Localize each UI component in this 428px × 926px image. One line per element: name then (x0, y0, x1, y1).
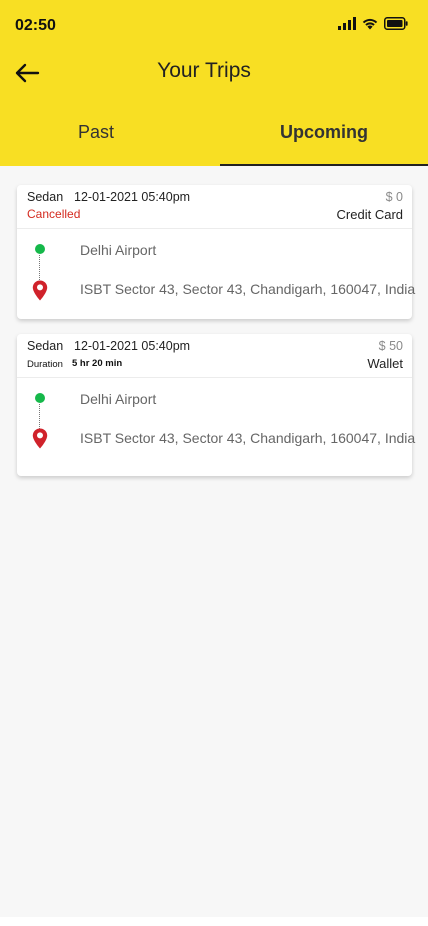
status-time: 02:50 (15, 17, 56, 34)
payment-method: Credit Card (336, 207, 403, 222)
pickup-dot-icon (35, 244, 45, 254)
duration-label: Duration (27, 359, 63, 370)
location-pin-icon (32, 428, 48, 449)
car-type: Sedan (27, 339, 64, 353)
pickup-location: Delhi Airport (80, 391, 157, 407)
tab-upcoming[interactable]: Upcoming (220, 122, 428, 166)
trip-price: $ 50 (378, 339, 403, 353)
page-title: Your Trips (157, 59, 251, 82)
header: 02:50 Your Trips Past Upcoming (0, 0, 428, 166)
active-tab-indicator (220, 164, 428, 166)
trip-status: Cancelled (27, 207, 81, 221)
duration-value: 5 hr 20 min (72, 358, 123, 369)
location-pin-icon (32, 280, 48, 301)
trip-card[interactable]: Sedan 12-01-2021 05:40pm $ 50 Duration 5… (17, 334, 416, 476)
tab-past[interactable]: Past (0, 122, 192, 166)
wifi-icon (362, 18, 378, 30)
card-divider (17, 228, 412, 229)
route-line (39, 255, 40, 282)
trip-datetime: 12-01-2021 05:40pm (74, 190, 191, 204)
pickup-dot-icon (35, 393, 45, 403)
trip-price: $ 0 (385, 190, 403, 204)
battery-icon (384, 17, 408, 30)
bottom-safe-area (0, 917, 428, 926)
payment-method: Wallet (367, 356, 403, 371)
drop-location: ISBT Sector 43, Sector 43, Chandigarh, 1… (80, 430, 416, 446)
route-line (39, 404, 40, 431)
drop-location: ISBT Sector 43, Sector 43, Chandigarh, 1… (80, 281, 416, 297)
car-type: Sedan (27, 190, 64, 204)
trip-card[interactable]: Sedan 12-01-2021 05:40pm $ 0 Cancelled C… (17, 185, 416, 319)
signal-icon (338, 17, 356, 30)
pickup-location: Delhi Airport (80, 242, 157, 258)
card-divider (17, 377, 412, 378)
trip-datetime: 12-01-2021 05:40pm (74, 339, 191, 353)
status-icons (338, 17, 408, 30)
